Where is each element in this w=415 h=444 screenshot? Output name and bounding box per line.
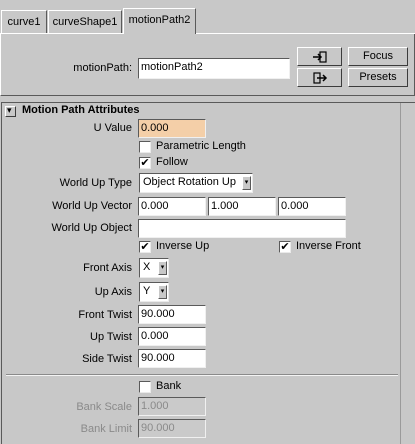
presets-button[interactable]: Presets [348,68,408,87]
dropdown-arrow-icon: ▾ [158,285,167,299]
tab-curve1[interactable]: curve1 [1,10,47,33]
bank-limit-label: Bank Limit [80,423,132,435]
side-twist-label: Side Twist [82,353,132,365]
u-value-label: U Value [93,122,132,134]
world-up-vector-x-field[interactable]: 0.000 [138,197,206,216]
section-collapse-icon: ▾ [7,105,12,115]
world-up-vector-z-field[interactable]: 0.000 [278,197,346,216]
load-attributes-button[interactable] [297,47,342,66]
front-axis-label: Front Axis [83,262,132,274]
section-separator [6,374,398,376]
follow-checkbox[interactable]: ✔ [139,157,151,169]
up-axis-value: Y [143,285,151,297]
bank-checkbox[interactable] [139,381,151,393]
world-up-type-dropdown[interactable]: Object Rotation Up ▾ [139,173,253,193]
front-axis-value: X [143,261,151,273]
inverse-up-checkbox[interactable]: ✔ [139,241,151,253]
world-up-object-label: World Up Object [51,222,133,234]
checkmark-icon: ✔ [140,157,150,169]
dropdown-arrow-icon: ▾ [242,176,251,190]
world-up-type-label: World Up Type [59,177,132,189]
section-title: Motion Path Attributes [22,104,140,116]
bank-label: Bank [156,380,182,392]
up-twist-label: Up Twist [90,331,132,343]
node-name-field[interactable]: motionPath2 [138,58,290,79]
world-up-type-value: Object Rotation Up [143,176,236,188]
front-twist-field[interactable]: 90.000 [138,305,206,324]
bank-scale-field: 1.000 [138,397,206,416]
dropdown-arrow-icon: ▾ [158,261,167,275]
tab-curveShape1[interactable]: curveShape1 [48,10,122,33]
load-attributes-icon [312,51,327,63]
inverse-front-label: Inverse Front [296,240,361,252]
parametric-length-checkbox[interactable] [139,141,151,153]
tab-motionPath2[interactable]: motionPath2 [123,8,196,34]
checkmark-icon: ✔ [140,241,150,253]
front-twist-label: Front Twist [78,309,132,321]
copy-tab-icon [312,72,327,84]
bank-scale-label: Bank Scale [76,401,132,413]
world-up-vector-label: World Up Vector [52,200,132,212]
parametric-length-label: Parametric Length [156,140,246,152]
u-value-field[interactable]: 0.000 [138,119,206,138]
inverse-up-label: Inverse Up [156,240,210,252]
world-up-vector-y-field[interactable]: 1.000 [208,197,276,216]
copy-tab-button[interactable] [297,68,342,87]
up-axis-dropdown[interactable]: Y ▾ [139,282,169,302]
world-up-object-field[interactable] [138,219,346,238]
up-axis-label: Up Axis [94,286,132,298]
up-twist-field[interactable]: 0.000 [138,327,206,346]
side-twist-field[interactable]: 90.000 [138,349,206,368]
front-axis-dropdown[interactable]: X ▾ [139,258,169,278]
node-name-label: motionPath: [73,62,132,74]
section-collapse-button[interactable]: ▾ [5,105,16,117]
follow-label: Follow [156,156,188,168]
scrollbar[interactable] [400,103,415,444]
bank-limit-field: 90.000 [138,419,206,438]
inverse-front-checkbox[interactable]: ✔ [279,241,291,253]
focus-button[interactable]: Focus [348,47,408,66]
checkmark-icon: ✔ [280,241,290,253]
